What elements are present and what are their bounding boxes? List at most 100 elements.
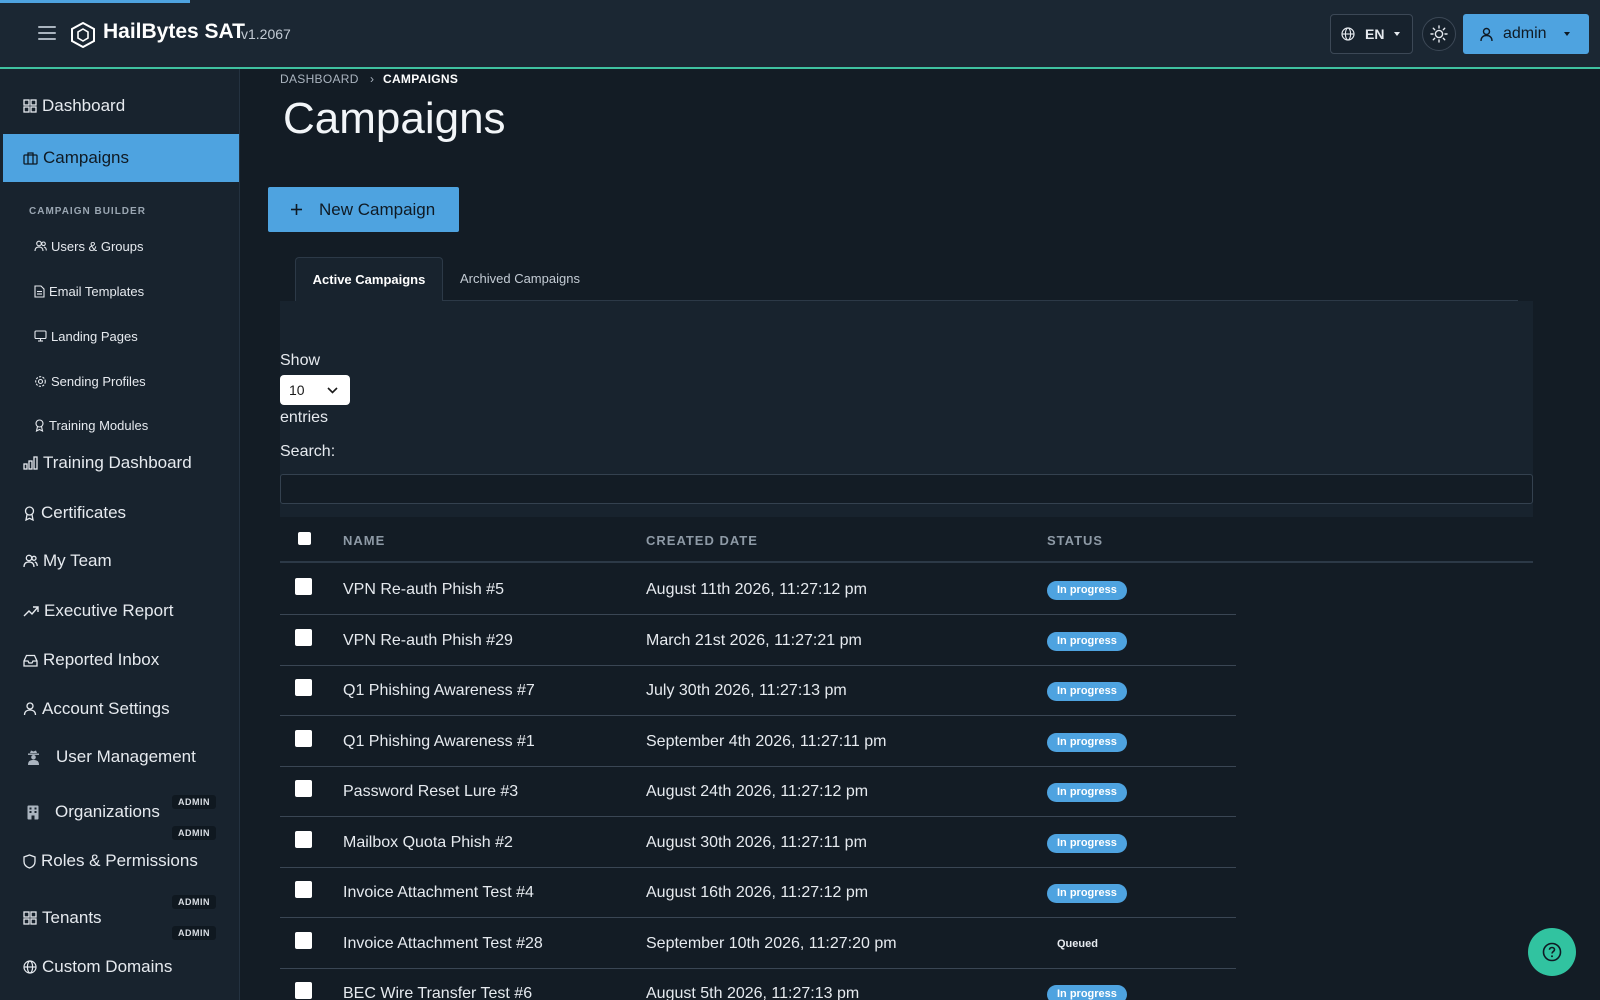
column-header-status[interactable]: STATUS (1047, 533, 1103, 548)
language-label: EN (1365, 26, 1385, 42)
sidebar-item-user-management[interactable]: User Management (3, 733, 239, 781)
status-badge: In progress (1047, 733, 1127, 752)
campaign-name[interactable]: VPN Re-auth Phish #29 (343, 632, 513, 650)
dashboard-icon (23, 99, 37, 113)
created-date: August 24th 2026, 11:27:12 pm (646, 783, 869, 800)
user-secret-icon (28, 750, 39, 765)
sidebar-item-executive-report[interactable]: Executive Report (3, 587, 239, 635)
breadcrumb-current: CAMPAIGNS (383, 72, 459, 86)
page-title: Campaigns (283, 94, 506, 143)
users-icon (34, 240, 47, 252)
sidebar-item-label: Reported Inbox (43, 650, 160, 669)
globe-icon (23, 960, 37, 974)
row-checkbox[interactable] (295, 932, 312, 949)
user-name: admin (1503, 25, 1547, 42)
globe-icon (1341, 27, 1355, 41)
search-input[interactable] (280, 474, 1533, 504)
entries-value: 10 (289, 382, 305, 398)
tab-active-campaigns[interactable]: Active Campaigns (295, 257, 443, 301)
sidebar-item-training-modules[interactable]: Training Modules (34, 413, 148, 437)
campaign-name[interactable]: Q1 Phishing Awareness #7 (343, 682, 535, 700)
row-checkbox[interactable] (295, 730, 312, 747)
created-date: July 30th 2026, 11:27:13 pm (646, 682, 847, 699)
created-date: August 5th 2026, 11:27:13 pm (646, 985, 860, 1000)
campaign-name[interactable]: Password Reset Lure #3 (343, 783, 518, 801)
row-checkbox[interactable] (295, 578, 312, 595)
sidebar-item-label: Roles & Permissions (41, 851, 198, 870)
column-header-created-date[interactable]: CREATED DATE (646, 533, 758, 548)
sidebar-item-roles-permissions[interactable]: Roles & Permissions (3, 837, 239, 885)
sidebar-item-sending-profiles[interactable]: Sending Profiles (34, 369, 146, 393)
shield-icon (23, 853, 36, 869)
new-campaign-label: New Campaign (319, 199, 436, 219)
new-campaign-button[interactable]: New Campaign (268, 187, 459, 232)
sidebar-item-training-dashboard[interactable]: Training Dashboard (3, 439, 239, 487)
sidebar-item-label: Tenants (42, 908, 102, 927)
help-button[interactable] (1528, 928, 1576, 976)
chevron-down-icon (327, 386, 338, 394)
tab-archived-campaigns[interactable]: Archived Campaigns (460, 271, 580, 286)
building-icon (27, 805, 39, 819)
sidebar-item-email-templates[interactable]: Email Templates (34, 279, 144, 303)
row-checkbox[interactable] (295, 831, 312, 848)
language-selector[interactable]: EN (1330, 14, 1413, 54)
theme-toggle[interactable] (1422, 17, 1456, 51)
sidebar-item-label: My Team (43, 551, 112, 570)
sidebar-item-certificates[interactable]: Certificates (3, 489, 239, 537)
sidebar-item-my-team[interactable]: My Team (3, 537, 239, 585)
sidebar-item-label: Organizations (55, 802, 160, 821)
admin-badge: ADMIN (172, 926, 216, 940)
column-header-name[interactable]: NAME (343, 533, 385, 548)
created-date: August 30th 2026, 11:27:11 pm (646, 834, 867, 851)
entries-label: entries (280, 409, 329, 426)
breadcrumb-dashboard[interactable]: DASHBOARD (280, 72, 359, 86)
award-icon (35, 418, 44, 432)
sidebar-item-label: Email Templates (49, 283, 145, 299)
entries-select[interactable]: 10 (280, 375, 350, 405)
table-header (280, 517, 1533, 563)
status-badge: In progress (1047, 985, 1127, 1000)
menu-icon[interactable] (38, 26, 56, 40)
sidebar: Dashboard Campaigns CAMPAIGN BUILDER Use… (0, 69, 240, 1000)
row-checkbox[interactable] (295, 881, 312, 898)
status-badge: In progress (1047, 632, 1127, 651)
sidebar-item-account-settings[interactable]: Account Settings (3, 685, 239, 733)
select-all-checkbox[interactable] (298, 532, 311, 545)
sidebar-item-reported-inbox[interactable]: Reported Inbox (3, 636, 239, 684)
campaign-name[interactable]: Invoice Attachment Test #28 (343, 935, 543, 953)
sidebar-item-campaigns[interactable]: Campaigns (3, 134, 239, 182)
campaign-name[interactable]: VPN Re-auth Phish #5 (343, 581, 504, 599)
created-date: September 4th 2026, 11:27:11 pm (646, 733, 887, 750)
campaign-name[interactable]: Mailbox Quota Phish #2 (343, 834, 513, 852)
sidebar-item-custom-domains[interactable]: Custom Domains (3, 943, 239, 991)
logo-icon (71, 22, 95, 48)
campaign-name[interactable]: Q1 Phishing Awareness #1 (343, 733, 535, 751)
campaign-name[interactable]: BEC Wire Transfer Test #6 (343, 985, 532, 1000)
row-checkbox[interactable] (295, 629, 312, 646)
status-badge: In progress (1047, 581, 1127, 600)
sidebar-item-label: Sending Profiles (51, 373, 146, 389)
sidebar-item-landing-pages[interactable]: Landing Pages (34, 324, 138, 348)
show-label: Show (280, 352, 321, 369)
status-badge: In progress (1047, 783, 1127, 802)
gear-icon (35, 375, 46, 387)
sidebar-item-label: Dashboard (42, 96, 126, 115)
breadcrumb-separator-icon: › (370, 72, 375, 86)
search-label: Search: (280, 443, 336, 460)
row-checkbox[interactable] (295, 982, 312, 999)
row-checkbox[interactable] (295, 780, 312, 797)
users-icon (23, 554, 38, 568)
loading-bar (0, 0, 190, 3)
briefcase-icon (23, 152, 38, 165)
user-menu-button[interactable]: admin (1463, 14, 1589, 54)
sidebar-item-label: Custom Domains (42, 957, 173, 976)
user-icon (1480, 27, 1493, 41)
row-checkbox[interactable] (295, 679, 312, 696)
help-circle-icon (1542, 942, 1562, 962)
sidebar-item-label: Landing Pages (51, 328, 138, 344)
campaign-name[interactable]: Invoice Attachment Test #4 (343, 884, 534, 902)
sidebar-item-users-groups[interactable]: Users & Groups (34, 234, 143, 258)
sidebar-item-dashboard[interactable]: Dashboard (3, 82, 239, 130)
plus-icon (291, 204, 302, 215)
inbox-icon (23, 654, 38, 667)
